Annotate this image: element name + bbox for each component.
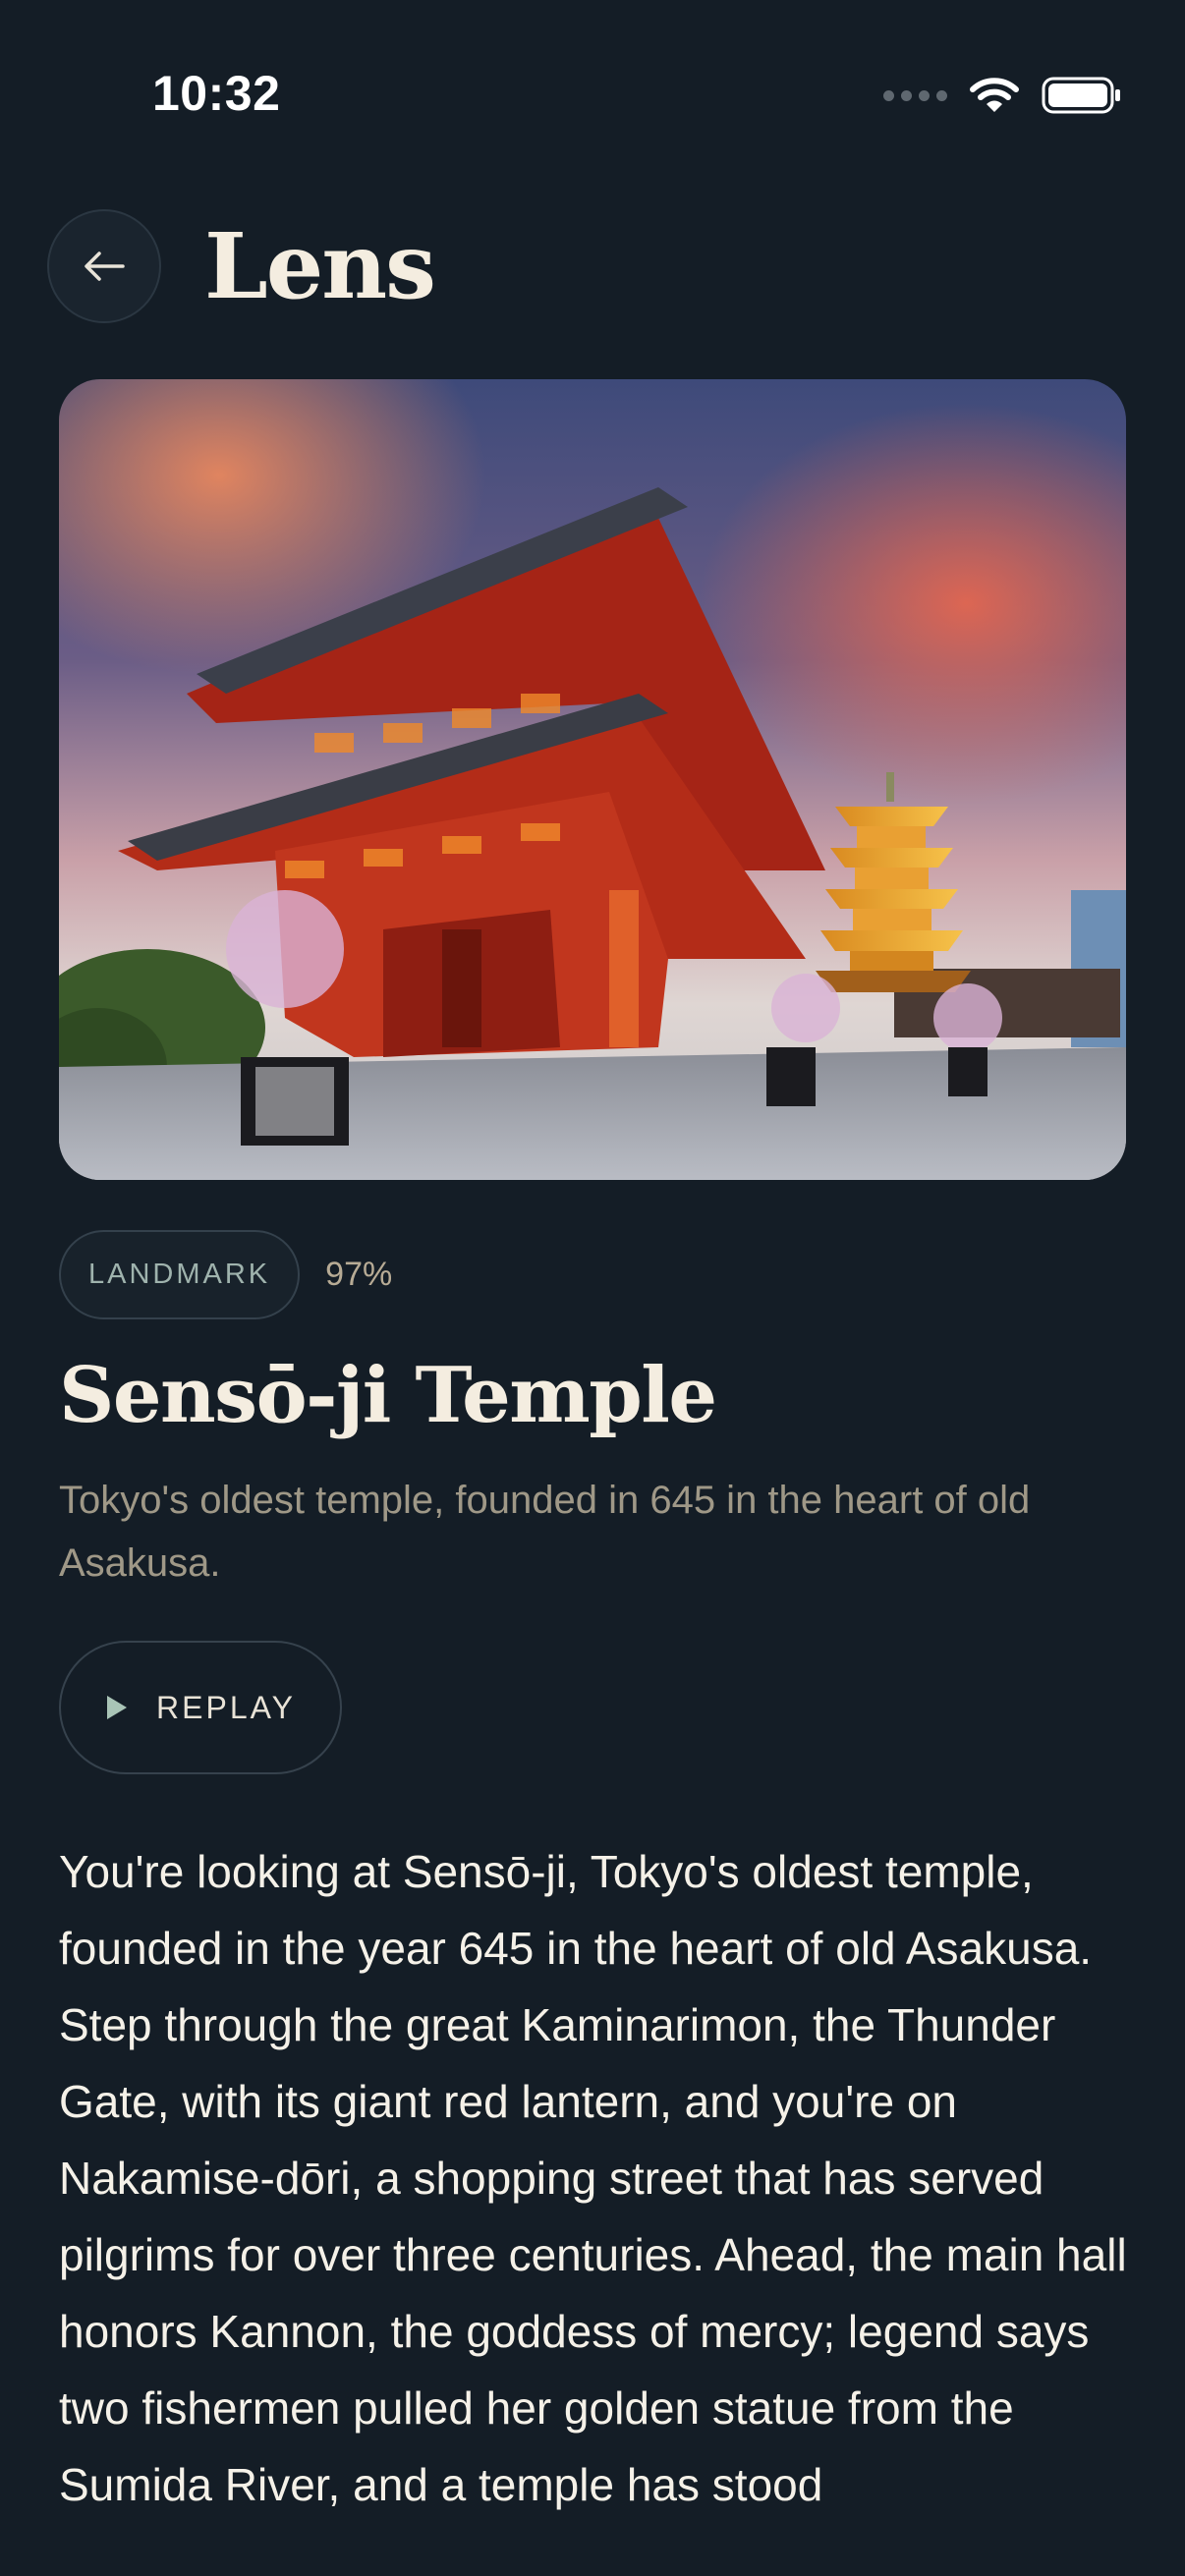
play-icon [107,1696,128,1719]
app-title: Lens [204,213,436,319]
hero-image [59,379,1126,1180]
status-icons [883,73,1122,118]
back-arrow-icon [85,252,125,281]
battery-icon [1042,77,1120,114]
category-badge: LANDMARK [59,1230,301,1319]
narration-text: You're looking at Sensō-ji, Tokyo's olde… [59,1846,1127,2510]
replay-label: REPLAY [156,1689,296,1725]
header: Lens [47,207,436,325]
place-subtitle: Tokyo's oldest temple, founded in 645 in… [59,1479,1031,1585]
back-button[interactable] [47,209,161,323]
confidence-score: 97% [325,1256,393,1293]
place-title: Sensō-ji Temple [59,1351,717,1440]
status-time: 10:32 [152,66,281,121]
wifi-icon [970,78,1019,112]
status-bar: 10:32 [0,0,1185,187]
signal-icon [883,89,947,101]
replay-button[interactable]: REPLAY [59,1641,342,1774]
meta-row: LANDMARK 97% [59,1228,392,1321]
